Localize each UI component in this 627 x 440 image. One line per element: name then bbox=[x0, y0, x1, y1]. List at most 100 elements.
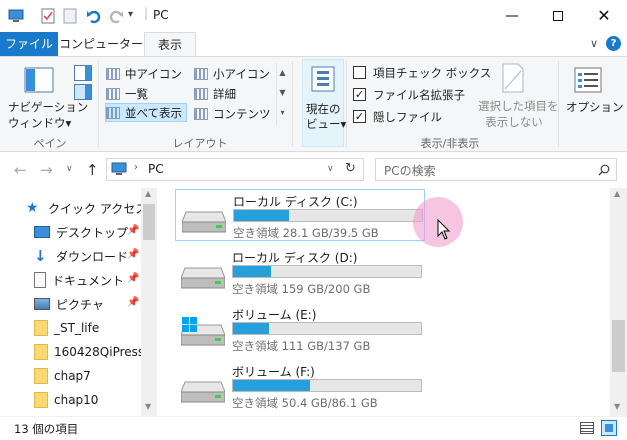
ribbon-separator bbox=[346, 61, 347, 147]
scroll-up-icon[interactable]: ▲ bbox=[614, 189, 620, 198]
refresh-icon[interactable]: ↻ bbox=[345, 161, 356, 176]
document-icon bbox=[34, 272, 46, 288]
scroll-up-icon[interactable]: ▲ bbox=[145, 189, 151, 198]
pane-group-label: ペイン bbox=[33, 137, 67, 150]
recent-locations-icon[interactable]: ∨ bbox=[66, 164, 73, 174]
layout-scroll[interactable]: ▲ ▼ ▾ bbox=[276, 63, 288, 125]
tab-file[interactable]: ファイル bbox=[0, 32, 58, 56]
tab-computer[interactable]: コンピューター bbox=[58, 32, 144, 56]
details-pane-button[interactable] bbox=[74, 84, 92, 100]
drive-name: ローカル ディスク (D:) bbox=[232, 251, 358, 265]
drive-name: ボリューム (E:) bbox=[232, 308, 317, 322]
download-icon: ↓ bbox=[34, 247, 47, 265]
file-extension-checkbox[interactable]: ✓ bbox=[353, 88, 366, 101]
search-icon[interactable] bbox=[598, 164, 610, 176]
layout-label: 中アイコン bbox=[125, 66, 182, 81]
forward-arrow-icon[interactable]: → bbox=[40, 161, 53, 179]
current-view-button[interactable]: 現在の ビュー▾ bbox=[302, 59, 346, 147]
item-count: 13 個の項目 bbox=[14, 422, 79, 436]
pin-icon: 📌 bbox=[127, 225, 140, 236]
qat-dropdown-icon[interactable]: ▾ bbox=[128, 9, 133, 20]
content-scroll-thumb[interactable] bbox=[612, 320, 625, 372]
item-checkbox-toggle[interactable] bbox=[353, 66, 366, 79]
drive-tile-f[interactable]: ボリューム (F:) 空き領域 50.4 GB/86.1 GB bbox=[175, 360, 425, 412]
hard-drive-icon bbox=[182, 211, 226, 233]
nav-label: chap10 bbox=[54, 393, 99, 407]
help-icon[interactable]: ? bbox=[606, 36, 621, 51]
options-button[interactable]: オプション bbox=[566, 99, 624, 115]
navigation-pane-button[interactable]: ナビゲーション ウィンドウ▾ bbox=[8, 99, 88, 131]
list-icon bbox=[106, 87, 120, 100]
back-arrow-icon[interactable]: ← bbox=[14, 161, 27, 179]
address-bar[interactable]: › PC ∨ ↻ bbox=[106, 158, 364, 181]
desktop-icon bbox=[34, 226, 50, 238]
tiles-icon bbox=[106, 106, 120, 119]
layout-tiles[interactable]: 並べて表示 bbox=[105, 103, 188, 122]
layout-label: 小アイコン bbox=[213, 66, 270, 81]
ribbon-collapse-icon[interactable]: ∨ bbox=[590, 37, 598, 50]
breadcrumb-chevron-icon[interactable]: › bbox=[134, 162, 138, 173]
new-folder-icon[interactable] bbox=[62, 8, 78, 24]
nav-item-folder[interactable]: _ST_life bbox=[34, 316, 144, 340]
search-input[interactable]: PCの検索 bbox=[384, 162, 436, 179]
drive-tile-e[interactable]: ボリューム (E:) 空き領域 111 GB/137 GB bbox=[175, 303, 425, 355]
nav-label: ドキュメント bbox=[52, 273, 125, 288]
nav-scrollbar[interactable]: ▲ ▼ bbox=[141, 188, 157, 416]
layout-details[interactable]: 詳細 bbox=[194, 84, 236, 103]
mouse-cursor-icon bbox=[437, 219, 451, 240]
address-row: ← → ∨ ↑ › PC ∨ ↻ PCの検索 bbox=[0, 152, 627, 188]
nav-item-downloads[interactable]: ↓ ダウンロード bbox=[34, 244, 138, 268]
maximize-button[interactable] bbox=[535, 0, 581, 31]
nav-item-folder[interactable]: 160428QiPressLit bbox=[34, 340, 144, 364]
hidden-files-label: 隠しファイル bbox=[373, 110, 442, 124]
hidden-files-checkbox[interactable]: ✓ bbox=[353, 110, 366, 123]
nav-item-desktop[interactable]: デスクトップ bbox=[34, 220, 138, 244]
folder-icon bbox=[34, 344, 48, 360]
preview-pane-button[interactable] bbox=[74, 65, 92, 81]
drive-usage-fill bbox=[234, 210, 289, 221]
properties-icon[interactable] bbox=[40, 8, 56, 24]
drive-usage-bar bbox=[233, 209, 423, 222]
up-arrow-icon[interactable]: ↑ bbox=[86, 161, 99, 179]
undo-icon[interactable] bbox=[86, 8, 102, 24]
drive-tile-c[interactable]: ローカル ディスク (C:) 空き領域 28.1 GB/39.5 GB bbox=[175, 189, 425, 241]
ribbon-separator bbox=[98, 61, 99, 147]
nav-item-quick-access[interactable]: ★ クイック アクセス bbox=[26, 196, 146, 220]
layout-medium-icons[interactable]: 中アイコン bbox=[106, 64, 182, 83]
nav-item-folder[interactable]: chap10 bbox=[34, 388, 144, 412]
minimize-button[interactable]: — bbox=[489, 0, 535, 31]
nav-item-pictures[interactable]: ピクチャ bbox=[34, 292, 138, 316]
layout-list[interactable]: 一覧 bbox=[106, 84, 148, 103]
breadcrumb-pc[interactable]: PC bbox=[148, 162, 164, 176]
hide-selected-label-2: 表示しない bbox=[485, 115, 543, 129]
preview-pane-icon bbox=[85, 66, 91, 80]
drive-tile-d[interactable]: ローカル ディスク (D:) 空き領域 159 GB/200 GB bbox=[175, 246, 425, 298]
layout-small-icons[interactable]: 小アイコン bbox=[194, 64, 270, 83]
large-icons-icon bbox=[605, 424, 613, 432]
large-icons-view-button[interactable] bbox=[601, 420, 617, 436]
search-box[interactable]: PCの検索 bbox=[375, 158, 617, 181]
details-view-button[interactable] bbox=[580, 422, 594, 434]
options-icon bbox=[574, 67, 602, 93]
computer-icon[interactable] bbox=[8, 8, 24, 24]
scroll-down-icon[interactable]: ▼ bbox=[614, 402, 620, 411]
redo-icon[interactable] bbox=[108, 8, 124, 24]
tab-view[interactable]: 表示 bbox=[144, 32, 196, 57]
content-scrollbar[interactable]: ▲ ▼ bbox=[610, 188, 627, 416]
drive-name: ローカル ディスク (C:) bbox=[233, 195, 358, 209]
scroll-down-icon[interactable]: ▼ bbox=[145, 402, 151, 411]
address-dropdown-icon[interactable]: ∨ bbox=[327, 164, 334, 174]
hard-drive-icon bbox=[181, 381, 225, 403]
hide-selected-button[interactable]: 選択した項目を 表示しない bbox=[478, 98, 559, 130]
nav-scroll-thumb[interactable] bbox=[143, 204, 155, 240]
pin-icon: 📌 bbox=[127, 249, 140, 260]
layout-content[interactable]: コンテンツ bbox=[194, 104, 271, 123]
nav-item-folder[interactable]: chap7 bbox=[34, 364, 144, 388]
drive-usage-bar bbox=[232, 265, 422, 278]
navigation-pane-icon bbox=[24, 67, 54, 93]
close-button[interactable]: ✕ bbox=[581, 0, 627, 31]
nav-item-documents[interactable]: ドキュメント bbox=[34, 268, 138, 292]
drive-name: ボリューム (F:) bbox=[232, 365, 315, 379]
item-checkbox-label: 項目チェック ボックス bbox=[373, 66, 492, 80]
small-icons-icon bbox=[194, 67, 208, 80]
